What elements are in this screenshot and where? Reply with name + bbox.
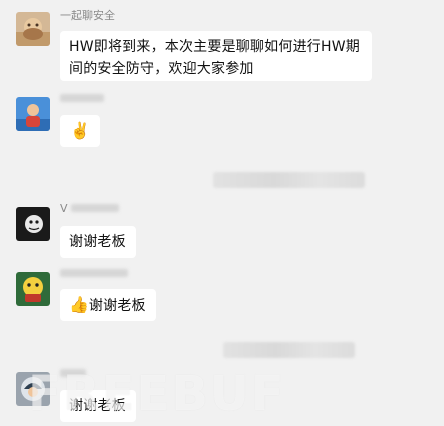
sender-name: 一起聊安全 <box>60 9 115 22</box>
avatar-image <box>16 12 50 46</box>
message-text: 谢谢老板 <box>88 298 146 314</box>
message-bubble[interactable]: ✌️ <box>60 115 100 147</box>
avatar-image <box>16 97 50 131</box>
avatar[interactable] <box>16 207 50 241</box>
message-text: 谢谢老板 <box>69 234 126 250</box>
avatar-image <box>16 272 50 306</box>
avatar-image <box>16 207 50 241</box>
avatar[interactable] <box>16 97 50 131</box>
message-bubble[interactable]: HW即将到来，本次主要是聊聊如何进行HW期间的安全防守，欢迎大家参加 <box>60 31 372 81</box>
message-bubble[interactable]: 👍谢谢老板 <box>60 289 156 321</box>
message-text: HW即将到来，本次主要是聊聊如何进行HW期间的安全防守，欢迎大家参加 <box>69 39 360 77</box>
sender-name <box>60 92 104 106</box>
victory-hand-icon: ✌️ <box>70 121 90 140</box>
sender-name <box>60 267 128 281</box>
system-message <box>213 172 365 188</box>
avatar[interactable] <box>16 272 50 306</box>
thumbs-up-icon: 👍 <box>69 295 89 314</box>
message-bubble[interactable]: 谢谢老板 <box>60 226 136 258</box>
watermark: FREEBUF <box>28 366 286 422</box>
avatar[interactable] <box>16 12 50 46</box>
sender-name: V <box>60 202 119 216</box>
system-message <box>223 342 355 358</box>
